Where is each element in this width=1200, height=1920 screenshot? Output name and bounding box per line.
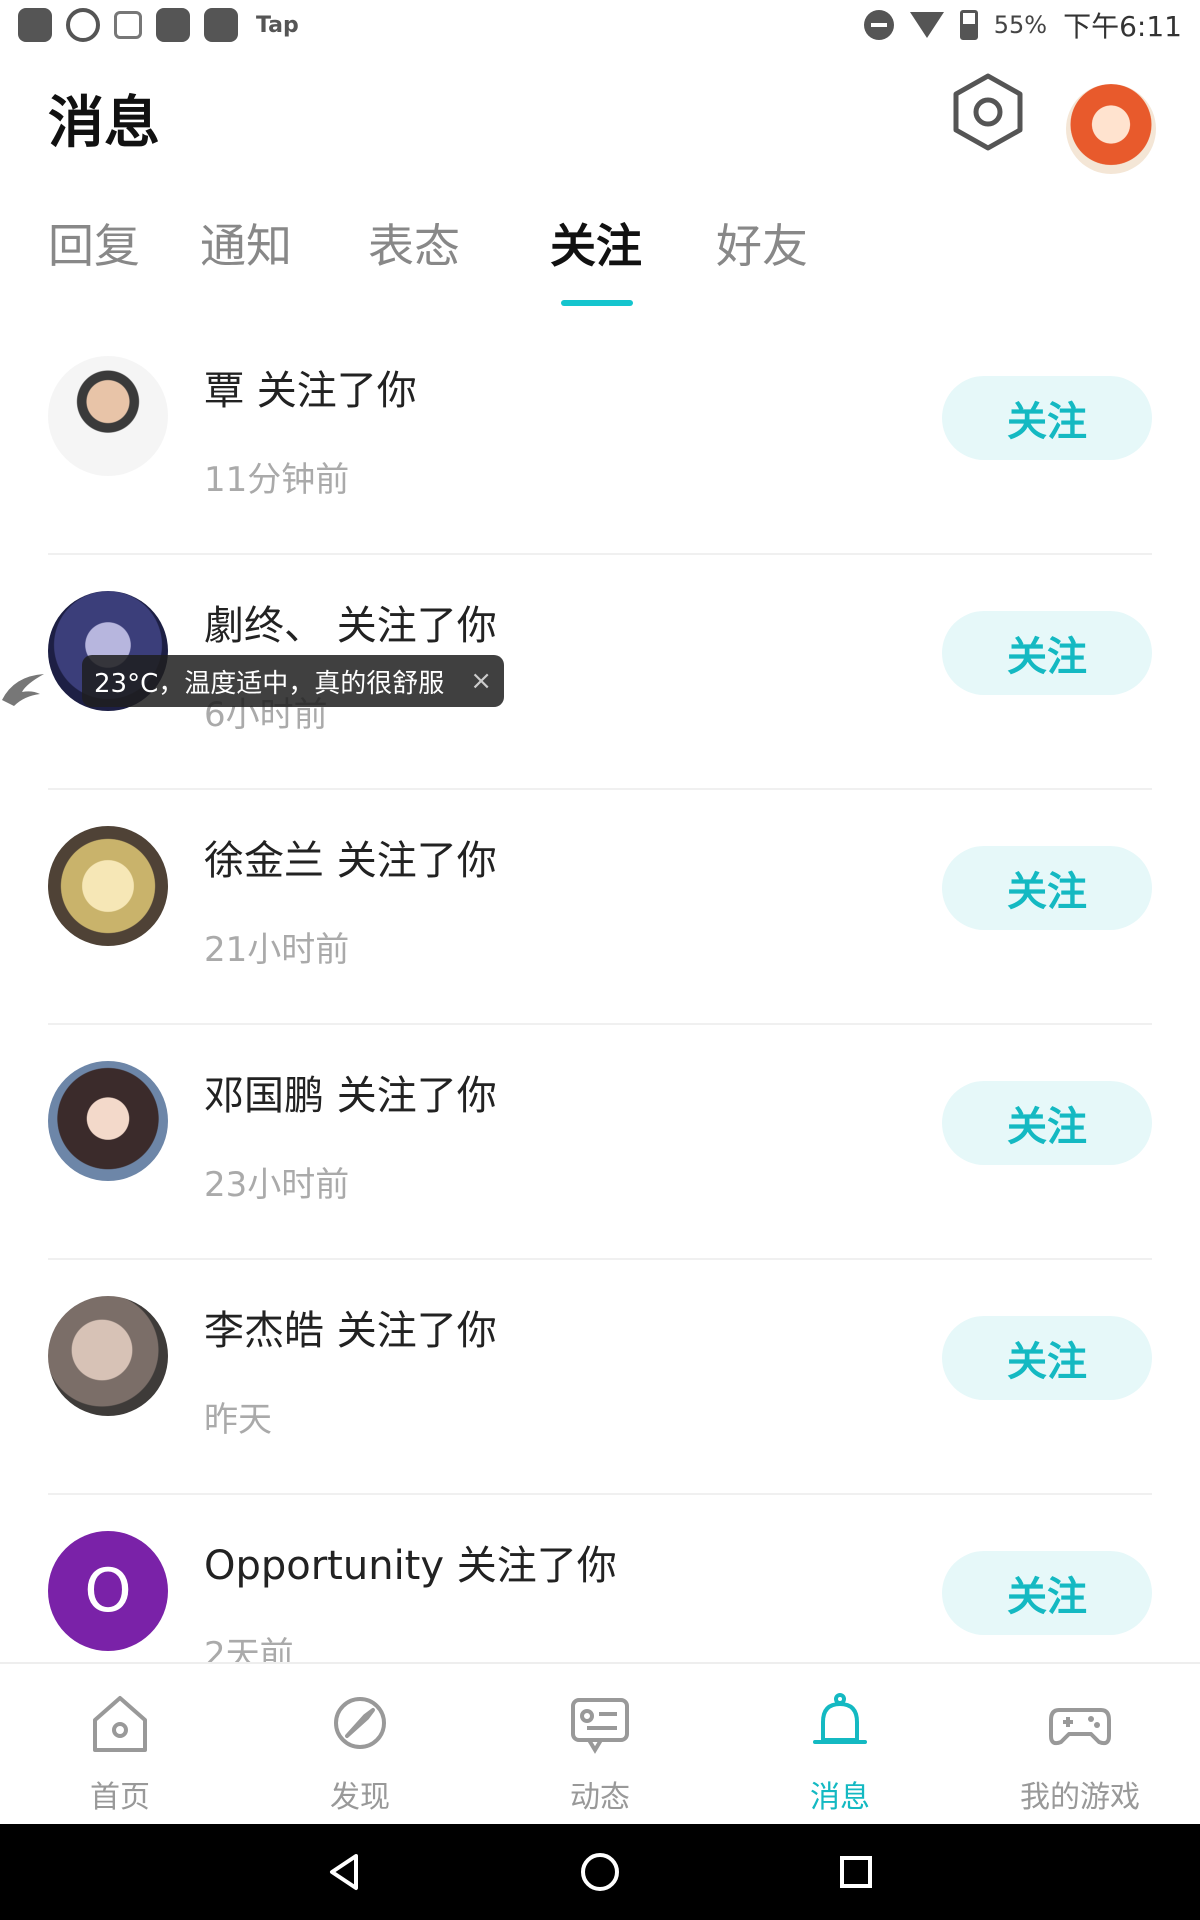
list-item[interactable]: 李杰皓 关注了你 昨天 关注 (0, 1260, 1200, 1495)
follow-message: 覃 关注了你 (204, 368, 417, 414)
nav-label: 发现 (330, 1780, 390, 1815)
timestamp: 11分钟前 (204, 460, 350, 500)
follow-button[interactable]: 关注 (942, 611, 1152, 695)
nav-home[interactable]: 首页 (20, 1688, 220, 1816)
status-bar: Tap 55% 下午6:11 (0, 0, 1200, 50)
app-icon (156, 8, 190, 42)
status-bar-notifications: Tap (18, 8, 299, 42)
follow-message: 李杰皓 关注了你 (204, 1308, 497, 1354)
settings-button[interactable] (952, 72, 1024, 152)
page-title: 消息 (48, 91, 160, 156)
list-item[interactable]: 覃 关注了你 11分钟前 关注 (0, 320, 1200, 555)
nav-label: 我的游戏 (1020, 1780, 1140, 1815)
wifi-icon (909, 12, 944, 38)
avatar[interactable] (48, 826, 168, 946)
recents-square-icon (840, 1856, 872, 1888)
plus-circle-icon (66, 8, 100, 42)
avatar[interactable]: O (48, 1531, 168, 1651)
nav-label: 消息 (810, 1780, 870, 1815)
follow-button[interactable]: 关注 (942, 1551, 1152, 1635)
gamepad-icon (1049, 1708, 1111, 1746)
tap-app-label: Tap (256, 12, 299, 38)
active-tab-indicator (561, 300, 633, 306)
list-item[interactable]: 徐金兰 关注了你 21小时前 关注 (0, 790, 1200, 1025)
follow-list: 覃 关注了你 11分钟前 关注 劇终、 关注了你 6小时前 关注 徐金兰 关注了… (0, 320, 1200, 1730)
discover-icon (334, 1697, 386, 1749)
bag-icon (114, 11, 142, 39)
tab-reactions[interactable]: 表态 (368, 210, 460, 276)
feed-icon (571, 1698, 629, 1754)
follow-message: 邓国鹏 关注了你 (204, 1073, 497, 1119)
weather-toast-text: 23°C，温度适中，真的很舒服 (94, 668, 445, 699)
avatar[interactable] (48, 356, 168, 476)
bell-icon (813, 1693, 867, 1744)
status-bar-system: 55% 下午6:11 (863, 5, 1182, 45)
recents-button[interactable] (796, 1824, 916, 1920)
home-button[interactable] (540, 1824, 660, 1920)
clock: 下午6:11 (1063, 10, 1182, 43)
tab-replies[interactable]: 回复 (48, 210, 140, 276)
close-icon[interactable]: × (470, 666, 492, 696)
weather-toast[interactable]: 23°C，温度适中，真的很舒服 × (82, 655, 504, 707)
nav-my-games[interactable]: 我的游戏 (980, 1688, 1180, 1816)
battery-icon (959, 10, 978, 40)
back-triangle-icon (330, 1854, 358, 1890)
tab-friends[interactable]: 好友 (716, 210, 808, 276)
follow-button[interactable]: 关注 (942, 846, 1152, 930)
hexagon-settings-icon (953, 73, 1023, 151)
nav-discover[interactable]: 发现 (260, 1688, 460, 1816)
do-not-disturb-icon (863, 10, 894, 40)
follow-button[interactable]: 关注 (942, 1081, 1152, 1165)
follow-button[interactable]: 关注 (942, 1316, 1152, 1400)
follow-message: Opportunity 关注了你 (204, 1543, 617, 1589)
nav-label: 首页 (90, 1780, 150, 1815)
timestamp: 昨天 (204, 1400, 272, 1440)
list-item[interactable]: 邓国鹏 关注了你 23小时前 关注 (0, 1025, 1200, 1260)
swallow-icon (2, 674, 44, 706)
nav-messages[interactable]: 消息 (740, 1688, 940, 1816)
app-icon (204, 8, 238, 42)
home-icon (93, 1696, 147, 1752)
message-tabs: 回复 通知 表态 关注 好友 (0, 200, 1200, 310)
battery-percent: 55% (993, 11, 1048, 39)
system-nav-bar (0, 1824, 1200, 1920)
timestamp: 21小时前 (204, 930, 350, 970)
follow-message: 劇终、 关注了你 (204, 603, 497, 649)
follow-button[interactable]: 关注 (942, 376, 1152, 460)
tab-follows[interactable]: 关注 (550, 210, 642, 276)
nav-label: 动态 (570, 1780, 630, 1815)
avatar[interactable] (48, 1061, 168, 1181)
bottom-nav: 首页 发现 动态 消息 我的游戏 (0, 1662, 1200, 1824)
tab-notifications[interactable]: 通知 (200, 210, 292, 276)
avatar[interactable] (48, 1296, 168, 1416)
home-circle-icon (581, 1853, 619, 1891)
back-button[interactable] (284, 1824, 404, 1920)
capcut-icon (18, 8, 52, 42)
nav-feed[interactable]: 动态 (500, 1688, 700, 1816)
timestamp: 23小时前 (204, 1165, 350, 1205)
follow-message: 徐金兰 关注了你 (204, 838, 497, 884)
my-avatar[interactable] (1066, 84, 1156, 174)
